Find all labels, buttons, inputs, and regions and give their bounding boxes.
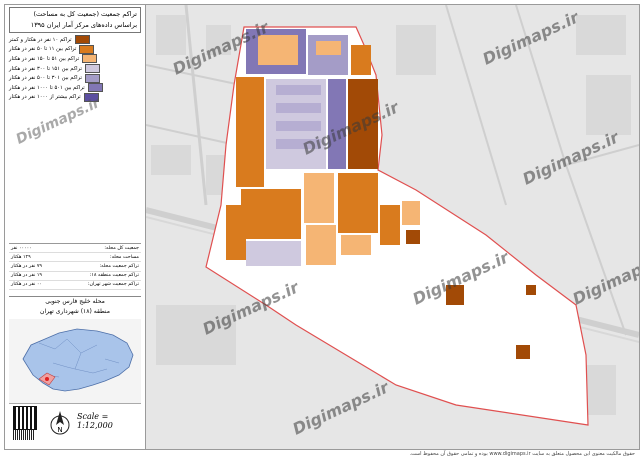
census-block: [406, 230, 420, 244]
legend-label: تراکم بین ۳۰۱ تا ۵۰۰ نفر در هکتار: [9, 75, 82, 82]
census-block: [236, 77, 264, 187]
census-block: [306, 225, 336, 265]
neighborhood-name: محله خلیج فارس جنوبی: [45, 298, 105, 305]
legend-item: تراکم ۱۰ نفر در هکتار و کمتر: [9, 35, 141, 45]
census-block: [402, 201, 420, 225]
census-block: [341, 235, 371, 255]
legend-label: تراکم بین ۱۱ تا ۵۰ نفر در هکتار: [9, 46, 77, 53]
legend-label: تراکم بیشتر از ۱۰۰۰ نفر در هکتار: [9, 94, 81, 101]
block: [576, 15, 626, 55]
legend-label: تراکم بین ۱۵۱ تا ۳۰۰ نفر در هکتار: [9, 65, 82, 72]
copyright-note: حقوق مالکیت معنوی این محصول متعلق به سای…: [409, 451, 635, 457]
locator-inset-map: [9, 319, 141, 404]
legend-label: تراکم بین ۵۰۱ تا ۱۰۰۰ نفر در هکتار: [9, 84, 85, 91]
census-block: [276, 121, 321, 131]
stat-key: تراکم جمعیت منطقه ۱۸:: [89, 273, 139, 279]
stat-value: ۱۹ نفر در هکتار: [11, 273, 42, 279]
census-block: [241, 189, 301, 239]
census-block: [226, 205, 246, 260]
qr-code-icon: [13, 406, 37, 430]
stat-key: تراکم جمعیت شهر تهران:: [87, 282, 139, 288]
block: [151, 145, 191, 175]
north-label: N: [57, 426, 62, 434]
census-block: [246, 241, 301, 266]
census-block: [276, 103, 321, 113]
district-name: منطقه (۱۸) شهرداری تهران: [40, 308, 110, 315]
legend-label: تراکم ۱۰ نفر در هکتار و کمتر: [9, 36, 72, 43]
stat-row: ۷۹ نفر در هکتار تراکم جمعیت محله:: [9, 262, 141, 272]
census-block: [304, 173, 334, 223]
block: [156, 15, 186, 55]
stat-value: ۷۹ نفر در هکتار: [11, 263, 42, 269]
locator-map: [22, 328, 134, 392]
legend-swatch: [74, 35, 90, 45]
census-block: [526, 285, 536, 295]
stat-row: ۱۹ نفر در هکتار تراکم جمعیت منطقه ۱۸:: [9, 272, 141, 281]
stat-key: تراکم جمعیت محله:: [99, 263, 140, 269]
side-panel: تراکم جمعیت (جمعیت کل به مساحت) براساس د…: [5, 5, 146, 449]
north-arrow-icon: N: [49, 408, 71, 438]
map-title: تراکم جمعیت (جمعیت کل به مساحت): [33, 10, 137, 18]
legend-swatch: [84, 73, 100, 83]
map-sheet: تراکم جمعیت (جمعیت کل به مساحت) براساس د…: [4, 4, 640, 450]
legend-item: تراکم بین ۱۱ تا ۵۰ نفر در هکتار: [9, 44, 141, 55]
legend-item: تراکم بین ۵۱ تا ۱۵۰ نفر در هکتار: [9, 54, 141, 64]
stat-value: ۰۰۰۰۰ نفر: [11, 245, 32, 251]
stat-row: ۰۰۰۰۰ نفر جمعیت کل محله:: [9, 244, 141, 254]
census-block: [276, 85, 321, 95]
census-block: [258, 35, 298, 65]
legend-swatch: [84, 64, 100, 74]
legend-swatch: [82, 54, 98, 64]
legend-swatch: [79, 44, 95, 54]
map-title-box: تراکم جمعیت (جمعیت کل به مساحت) براساس د…: [9, 7, 141, 33]
census-block: [316, 41, 341, 55]
census-block: [380, 205, 400, 245]
tehran-city-shape: [22, 328, 134, 392]
region-title: محله خلیج فارس جنوبی منطقه (۱۸) شهرداری …: [9, 296, 141, 320]
stat-key: جمعیت کل محله:: [104, 245, 139, 251]
stat-value: ۱۲۹ هکتار: [11, 254, 31, 260]
stat-value: ۰۰ نفر در هکتار: [11, 282, 42, 288]
stats-table: ۰۰۰۰۰ نفر جمعیت کل محله: ۱۲۹ هکتار مساحت م…: [9, 243, 141, 290]
block: [396, 25, 436, 75]
census-block: [516, 345, 530, 359]
legend-item: تراکم بین ۳۰۱ تا ۵۰۰ نفر در هکتار: [9, 73, 141, 83]
barcode-icon: [13, 430, 35, 440]
map-subtitle: براساس داده‌های مرکز آمار ایران ۱۳۹۵: [30, 21, 137, 29]
scale-label: Scale = 1:12,000: [77, 412, 113, 430]
main-map: Digimaps.ir Digimaps.ir Digimaps.ir Digi…: [146, 5, 639, 449]
stat-row: ۰۰ نفر در هکتار تراکم جمعیت شهر تهران:: [9, 281, 141, 290]
stat-row: ۱۲۹ هکتار مساحت محله:: [9, 253, 141, 263]
census-block: [351, 45, 371, 75]
legend-item: تراکم بین ۱۵۱ تا ۳۰۰ نفر در هکتار: [9, 64, 141, 74]
map-info-strip: N Scale = 1:12,000: [9, 404, 141, 442]
map-canvas: Digimaps.ir Digimaps.ir Digimaps.ir Digi…: [146, 5, 639, 449]
location-marker-icon: [45, 377, 49, 381]
census-block: [338, 173, 378, 233]
stat-key: مساحت محله:: [110, 254, 139, 260]
legend-swatch: [87, 83, 103, 93]
block: [586, 75, 631, 135]
legend-label: تراکم بین ۵۱ تا ۱۵۰ نفر در هکتار: [9, 55, 80, 62]
